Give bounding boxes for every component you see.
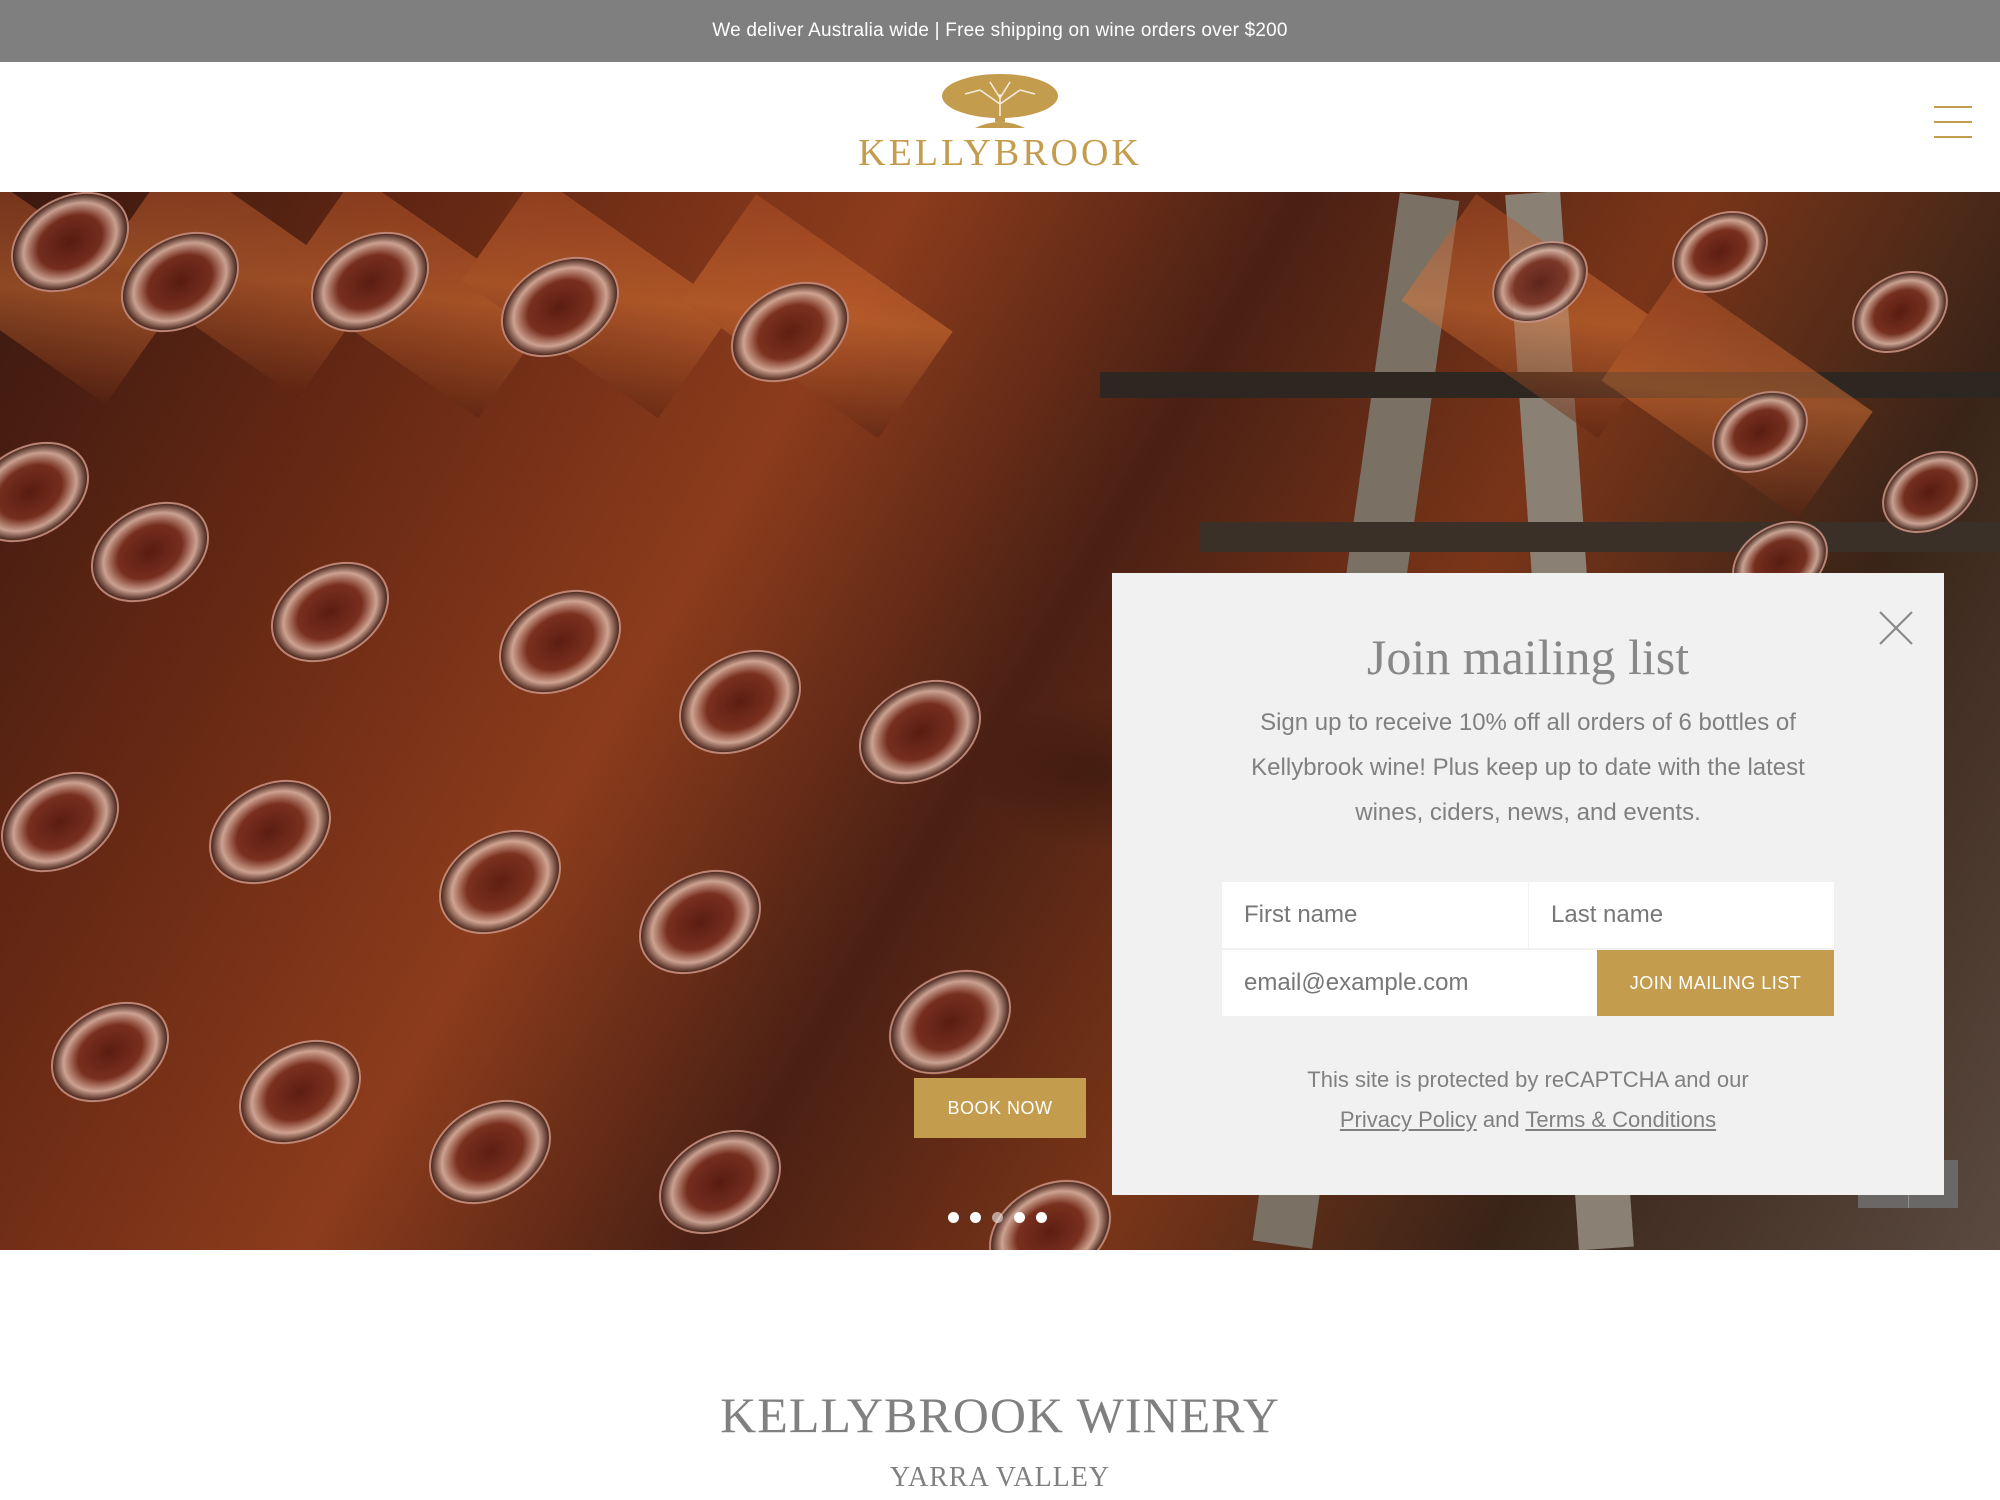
announcement-bar: We deliver Australia wide | Free shippin…	[0, 0, 2000, 62]
recaptcha-notice: This site is protected by reCAPTCHA and …	[1222, 1060, 1834, 1140]
popup-title: Join mailing list	[1366, 629, 1690, 685]
terms-conditions-link[interactable]: Terms & Conditions	[1525, 1107, 1716, 1132]
email-field[interactable]	[1222, 950, 1597, 1016]
site-header: KELLYBROOK	[0, 62, 2000, 192]
slide-dot[interactable]	[1036, 1212, 1047, 1223]
and-text: and	[1482, 1107, 1520, 1132]
recaptcha-text: This site is protected by reCAPTCHA and …	[1307, 1067, 1749, 1092]
brand-logo[interactable]: KELLYBROOK	[840, 72, 1160, 187]
slide-dot[interactable]	[948, 1212, 959, 1223]
join-mailing-list-button[interactable]: JOIN MAILING LIST	[1597, 950, 1834, 1016]
menu-icon[interactable]	[1934, 106, 1972, 140]
slide-indicators	[948, 1212, 1047, 1223]
popup-description: Sign up to receive 10% off all orders of…	[1251, 709, 1805, 826]
section-subtitle: YARRA VALLEY	[889, 1462, 1111, 1493]
book-now-button[interactable]: BOOK NOW	[914, 1078, 1086, 1138]
first-name-field[interactable]	[1222, 882, 1528, 948]
slide-dot[interactable]	[1014, 1212, 1025, 1223]
slide-dot[interactable]	[992, 1212, 1003, 1223]
brand-wordmark: KELLYBROOK	[858, 132, 1142, 174]
tree-logo-icon	[942, 74, 1058, 128]
slide-dot[interactable]	[970, 1212, 981, 1223]
last-name-field[interactable]	[1529, 882, 1834, 948]
section-title: KELLYBROOK WINERY	[720, 1387, 1280, 1443]
privacy-policy-link[interactable]: Privacy Policy	[1340, 1107, 1477, 1132]
announcement-text: We deliver Australia wide | Free shippin…	[712, 20, 1288, 41]
